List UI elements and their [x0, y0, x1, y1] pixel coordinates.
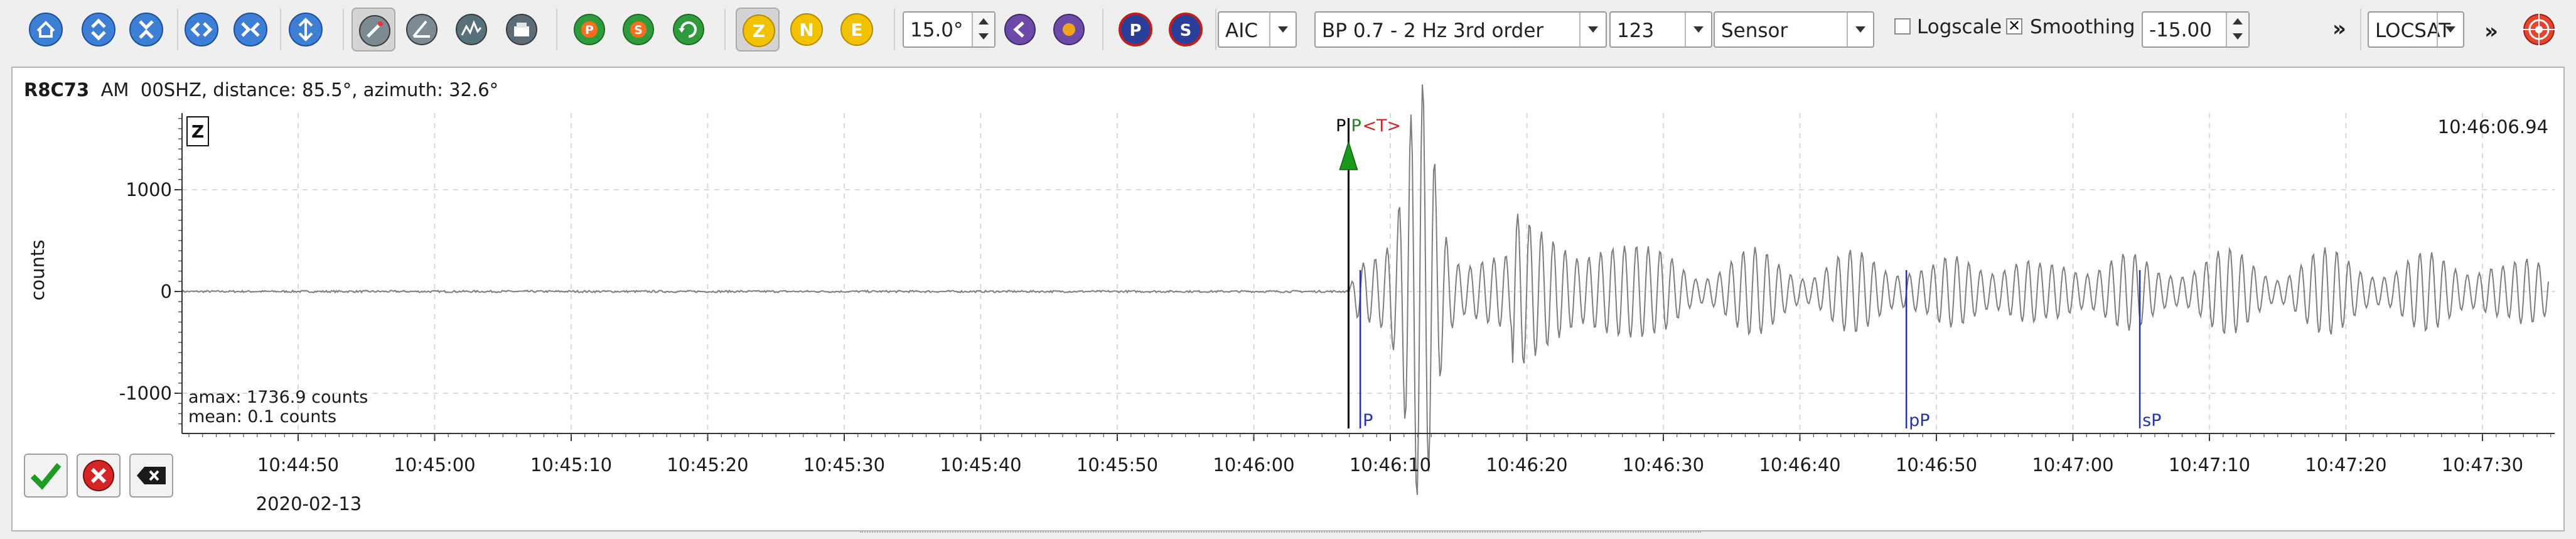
- y-tick-label: 1000: [126, 179, 172, 200]
- pick-label: P: [1336, 116, 1346, 136]
- x-tick-label: 10:46:00: [1213, 454, 1294, 476]
- x-tick-label: 10:47:20: [2305, 454, 2386, 476]
- x-tick-label: 10:46:40: [1759, 454, 1840, 476]
- waveform-plot[interactable]: 1000 0 -1000 10:44:50 10:45:00 10:45:10 10:45…: [0, 0, 2576, 539]
- x-tick-label: 10:46:20: [1486, 454, 1567, 476]
- mean-label: mean: 0.1 counts: [188, 407, 336, 427]
- theoretical-arrival-label: pP: [1909, 411, 1929, 430]
- amax-label: amax: 1736.9 counts: [188, 388, 368, 407]
- x-tick-label: 10:47:30: [2442, 454, 2523, 476]
- x-tick-label: 10:45:30: [803, 454, 885, 476]
- accept-button[interactable]: [24, 454, 68, 498]
- date-label: 2020-02-13: [256, 493, 362, 514]
- x-tick-label: 10:44:50: [257, 454, 339, 476]
- x-tick-label: 10:46:30: [1623, 454, 1704, 476]
- reject-icon: [83, 460, 114, 491]
- y-tick-label: -1000: [119, 383, 172, 404]
- resize-grip[interactable]: [860, 531, 1701, 536]
- x-tick-label: 10:46:50: [1896, 454, 1977, 476]
- x-tick-label: 10:45:40: [940, 454, 1021, 476]
- clear-icon: [137, 467, 166, 484]
- theoretical-arrival-label: P: [1363, 411, 1373, 430]
- x-tick-label: 10:46:10: [1350, 454, 1431, 476]
- x-axis: 10:44:50 10:45:00 10:45:10 10:45:20 10:45:30…: [182, 433, 2555, 476]
- y-axis-label: counts: [27, 240, 48, 301]
- x-tick-label: 10:47:10: [2169, 454, 2250, 476]
- theoretical-arrival-label: sP: [2142, 411, 2161, 430]
- pick-extra-label: <T>: [1362, 116, 1401, 136]
- x-tick-label: 10:45:10: [530, 454, 612, 476]
- reject-button[interactable]: [77, 454, 121, 498]
- y-tick-label: 0: [161, 281, 172, 302]
- pick-extra-label: P: [1351, 116, 1361, 136]
- x-tick-label: 10:47:00: [2032, 454, 2113, 476]
- x-tick-label: 10:45:50: [1076, 454, 1158, 476]
- y-axis: 1000 0 -1000: [119, 113, 183, 433]
- clear-button[interactable]: [129, 454, 173, 498]
- time-label: 10:46:06.94: [2438, 116, 2548, 138]
- accept-icon: [30, 463, 62, 490]
- x-tick-label: 10:45:00: [394, 454, 475, 476]
- x-tick-label: 10:45:20: [667, 454, 748, 476]
- plot-area: [182, 113, 2555, 433]
- component-tag: Z: [191, 121, 204, 142]
